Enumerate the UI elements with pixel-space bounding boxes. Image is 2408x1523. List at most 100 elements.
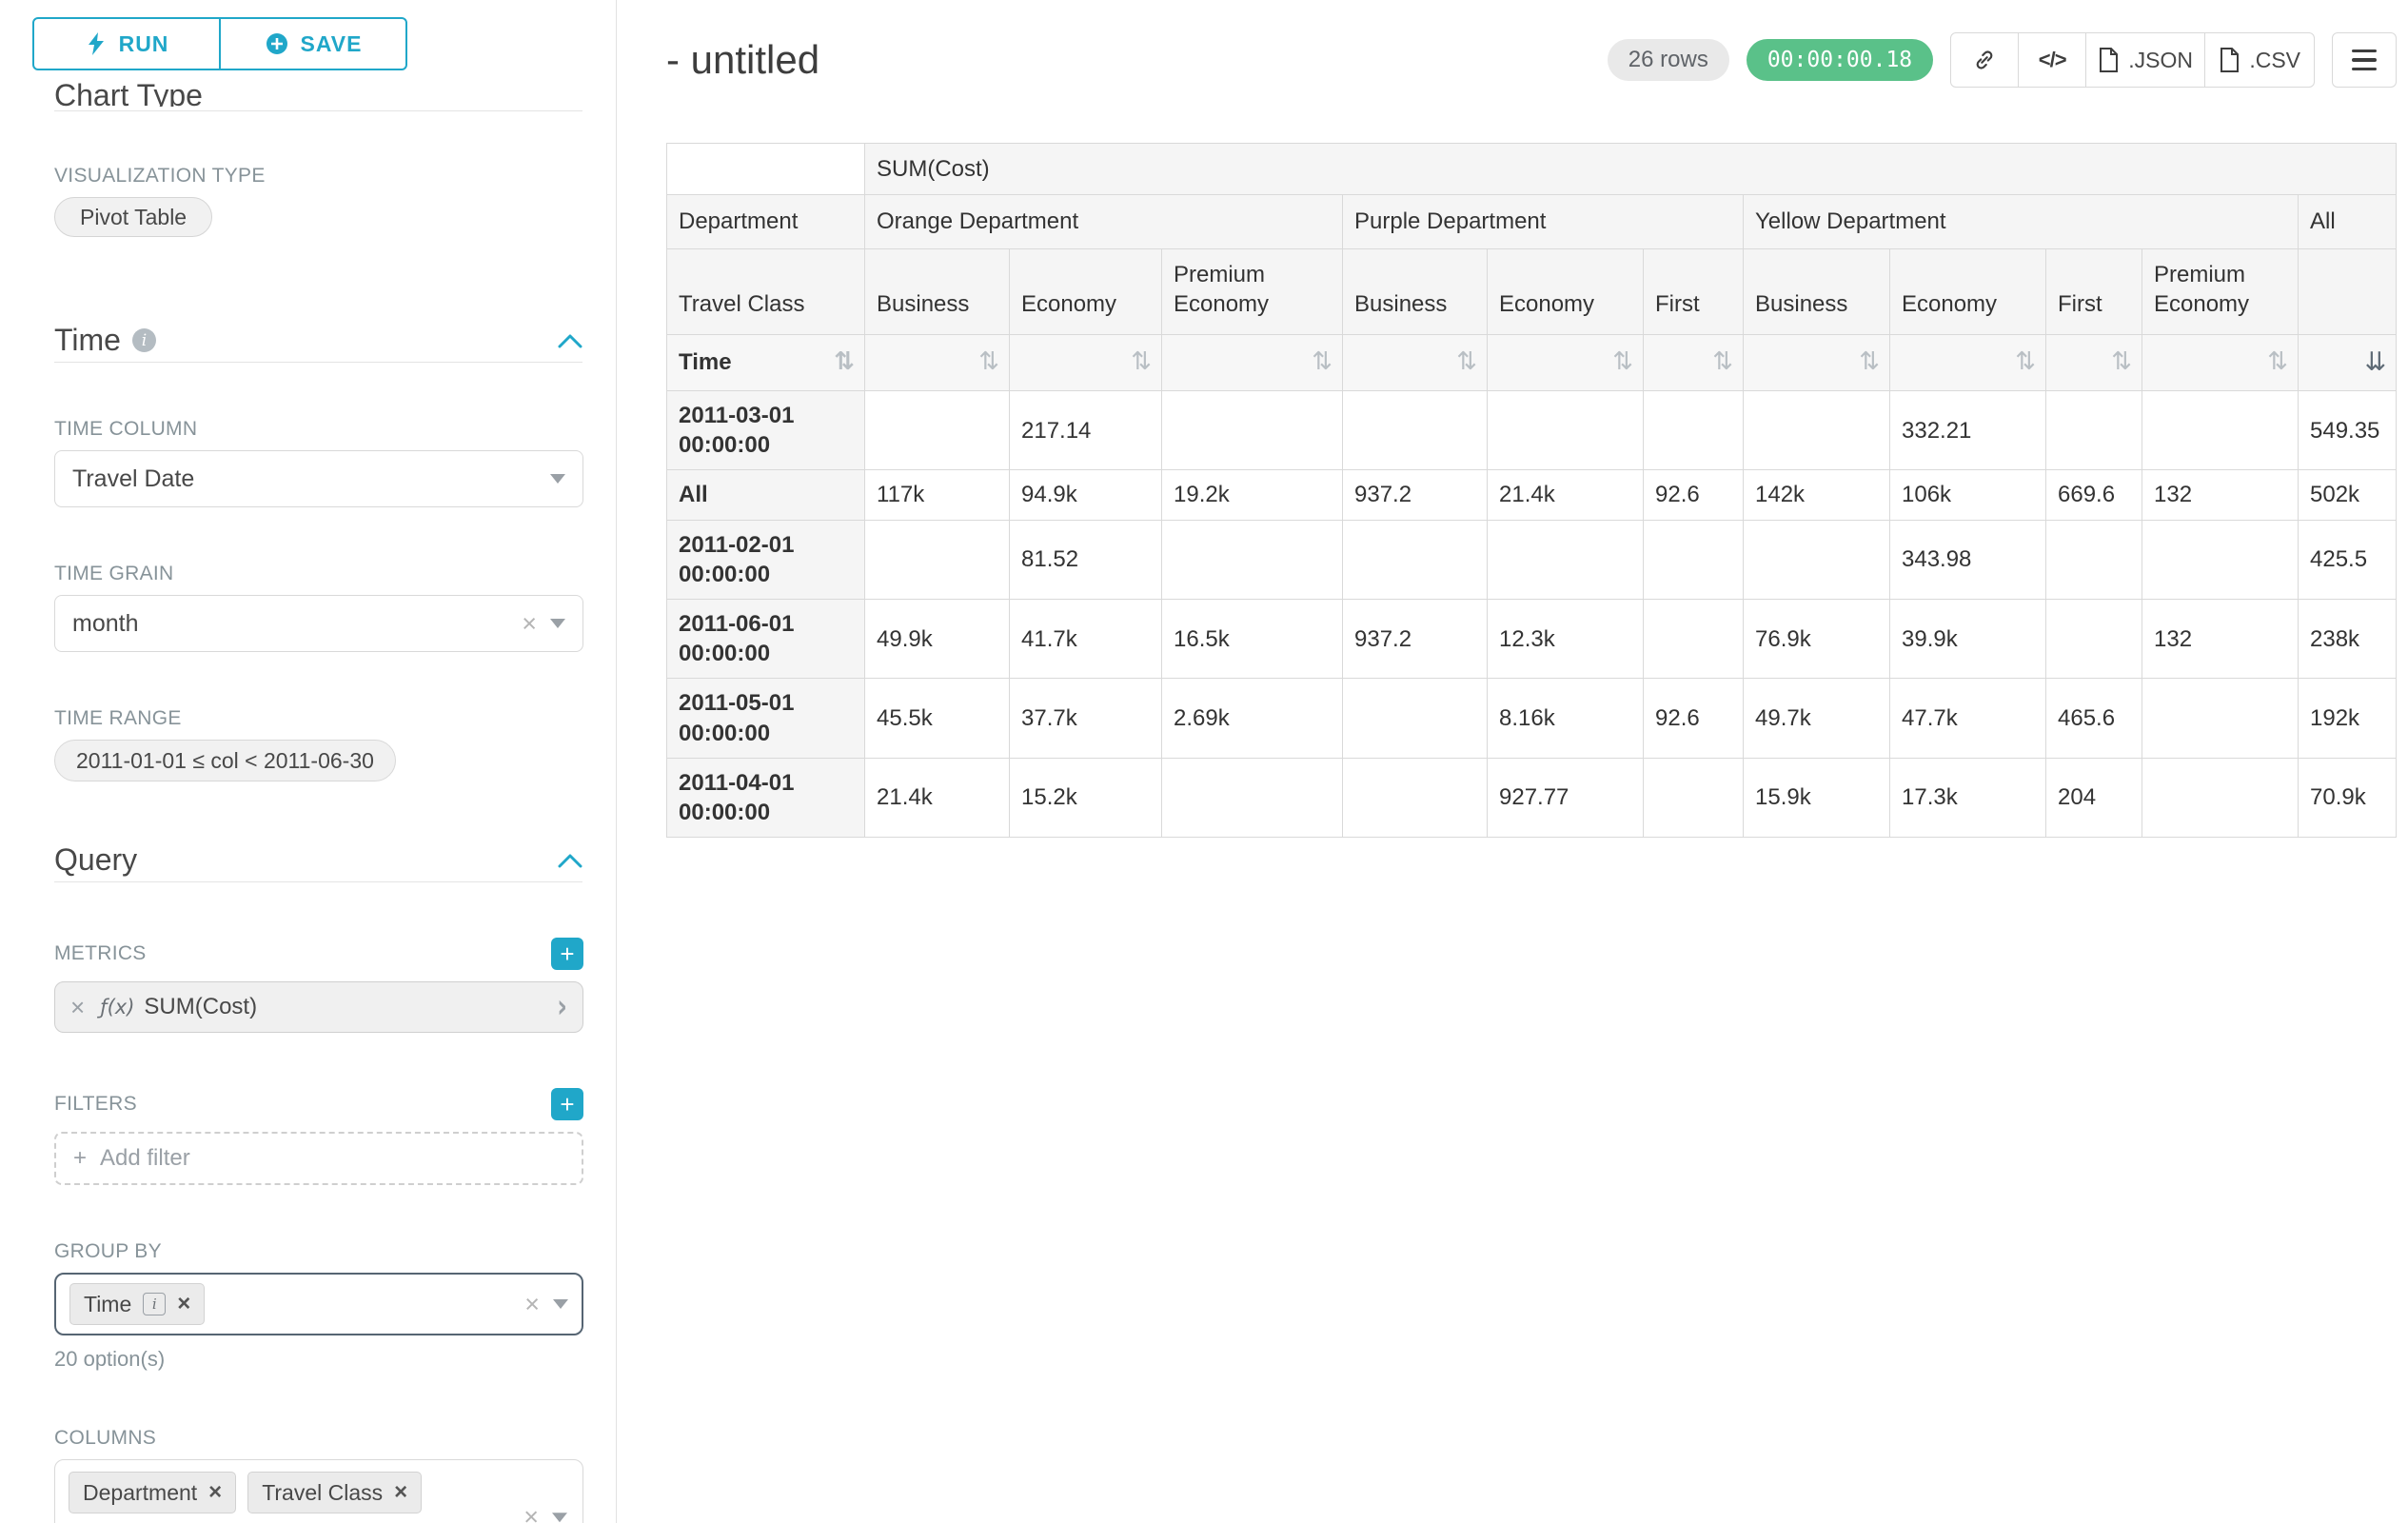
export-csv-button[interactable]: .CSV xyxy=(2204,32,2315,88)
pivot-value-cell: 15.2k xyxy=(1010,758,1162,837)
query-buttons: RUN SAVE xyxy=(32,17,582,70)
add-filter-placeholder: Add filter xyxy=(100,1145,190,1172)
time-axis-label[interactable]: Time ⇅ xyxy=(667,335,865,391)
column-sort-cell-active[interactable]: ⇊ xyxy=(2299,335,2397,391)
pivot-table: SUM(Cost) Department Orange Department P… xyxy=(666,143,2397,838)
chart-menu-button[interactable] xyxy=(2332,32,2397,88)
clear-icon[interactable]: × xyxy=(523,1504,539,1523)
sort-icon[interactable]: ⇅ xyxy=(1456,347,1477,376)
column-sort-cell[interactable]: ⇅ xyxy=(1010,335,1162,391)
pivot-total-cell: 238k xyxy=(2299,599,2397,678)
column-sort-cell[interactable]: ⇅ xyxy=(1343,335,1488,391)
visualization-type-pill[interactable]: Pivot Table xyxy=(54,197,212,237)
code-icon: </> xyxy=(2039,48,2066,72)
metric-name: SUM(Cost) xyxy=(144,994,257,1020)
column-sort-cell[interactable]: ⇅ xyxy=(1890,335,2046,391)
pivot-value-cell xyxy=(1644,599,1744,678)
save-button[interactable]: SAVE xyxy=(219,17,407,70)
pivot-value-cell: 669.6 xyxy=(2046,470,2142,520)
run-button[interactable]: RUN xyxy=(32,17,221,70)
pivot-value-cell: 8.16k xyxy=(1488,679,1644,758)
time-column-select[interactable]: Travel Date xyxy=(54,450,583,507)
group-by-select[interactable]: Time i × × xyxy=(54,1273,583,1335)
pivot-value-cell: 49.7k xyxy=(1744,679,1890,758)
pivot-value-cell xyxy=(1162,391,1343,470)
column-sort-cell[interactable]: ⇅ xyxy=(1162,335,1343,391)
pivot-value-cell: 204 xyxy=(2046,758,2142,837)
pivot-value-cell: 41.7k xyxy=(1010,599,1162,678)
columns-chip[interactable]: Department × xyxy=(69,1472,236,1513)
chevron-down-icon[interactable] xyxy=(553,1299,568,1309)
group-by-chip[interactable]: Time i × xyxy=(69,1283,205,1325)
pivot-value-cell xyxy=(1343,679,1488,758)
column-sort-cell[interactable]: ⇅ xyxy=(2142,335,2299,391)
pivot-value-cell xyxy=(1644,391,1744,470)
chip-label: Time xyxy=(84,1292,131,1317)
column-sort-cell[interactable]: ⇅ xyxy=(1488,335,1644,391)
chart-title[interactable]: - untitled xyxy=(666,37,819,83)
sort-icon[interactable]: ⇅ xyxy=(2015,347,2036,376)
pivot-row: 2011-03-01 00:00:00217.14332.21549.35 xyxy=(667,391,2397,470)
columns-chip[interactable]: Travel Class × xyxy=(247,1472,422,1513)
sort-icon[interactable]: ⇅ xyxy=(2111,347,2132,376)
share-link-button[interactable] xyxy=(1950,32,2019,88)
pivot-value-cell xyxy=(865,520,1010,599)
sort-icon[interactable]: ⇅ xyxy=(978,347,999,376)
pivot-row-label: 2011-05-01 00:00:00 xyxy=(667,679,865,758)
sort-icon[interactable]: ⇅ xyxy=(1612,347,1633,376)
sort-icon[interactable]: ⇅ xyxy=(834,346,855,379)
columns-label: COLUMNS xyxy=(54,1427,582,1450)
plus-icon: + xyxy=(73,1145,87,1172)
chevron-down-icon[interactable] xyxy=(552,1513,567,1522)
class-header: Business xyxy=(1343,249,1488,335)
chevron-up-icon[interactable] xyxy=(558,853,582,868)
pivot-row-label: 2011-06-01 00:00:00 xyxy=(667,599,865,678)
pivot-value-cell xyxy=(1644,758,1744,837)
class-header: Economy xyxy=(1488,249,1644,335)
time-grain-select[interactable]: month × xyxy=(54,595,583,652)
sort-descending-icon[interactable]: ⇊ xyxy=(2365,347,2387,377)
divider xyxy=(54,362,582,363)
clear-icon[interactable]: × xyxy=(524,1292,540,1317)
sort-icon[interactable]: ⇅ xyxy=(1712,347,1733,376)
remove-chip-icon[interactable]: × xyxy=(394,1481,407,1504)
pivot-value-cell xyxy=(2142,520,2299,599)
chevron-up-icon[interactable] xyxy=(558,333,582,348)
function-icon: ƒ(x) xyxy=(100,996,134,1019)
time-range-pill[interactable]: 2011-01-01 ≤ col < 2011-06-30 xyxy=(54,740,396,781)
pivot-value-cell: 16.5k xyxy=(1162,599,1343,678)
pivot-value-cell: 132 xyxy=(2142,470,2299,520)
remove-chip-icon[interactable]: × xyxy=(208,1481,222,1504)
columns-select[interactable]: Department × Travel Class × × xyxy=(54,1459,583,1523)
view-query-button[interactable]: </> xyxy=(2018,32,2086,88)
remove-metric-icon[interactable]: × xyxy=(70,993,85,1022)
query-section-header[interactable]: Query xyxy=(54,842,582,878)
remove-chip-icon[interactable]: × xyxy=(177,1293,190,1315)
sort-icon[interactable]: ⇅ xyxy=(1312,347,1332,376)
class-header: Premium Economy xyxy=(2142,249,2299,335)
chart-header-actions: 26 rows 00:00:00.18 </> .JSON xyxy=(1608,32,2397,88)
pivot-metric-header: SUM(Cost) xyxy=(865,144,2397,195)
add-filter-field[interactable]: + Add filter xyxy=(54,1132,583,1185)
sort-icon[interactable]: ⇅ xyxy=(2267,347,2288,376)
pivot-value-cell: 106k xyxy=(1890,470,2046,520)
metric-option[interactable]: × ƒ(x) SUM(Cost) › xyxy=(54,981,583,1033)
column-sort-cell[interactable]: ⇅ xyxy=(1644,335,1744,391)
sort-icon[interactable]: ⇅ xyxy=(1859,347,1880,376)
add-filter-button[interactable]: + xyxy=(551,1088,583,1120)
sort-icon[interactable]: ⇅ xyxy=(1131,347,1152,376)
column-sort-cell[interactable]: ⇅ xyxy=(2046,335,2142,391)
column-sort-cell[interactable]: ⇅ xyxy=(1744,335,1890,391)
time-section-header[interactable]: Time i xyxy=(54,323,582,358)
pivot-value-cell xyxy=(1343,758,1488,837)
clear-icon[interactable]: × xyxy=(522,611,537,637)
column-sort-cell[interactable]: ⇅ xyxy=(865,335,1010,391)
explore-view: RUN SAVE Chart Type VISUALIZATION TYPE P… xyxy=(0,0,2408,1523)
add-metric-button[interactable]: + xyxy=(551,938,583,970)
pivot-value-cell xyxy=(2142,391,2299,470)
chart-type-section: Chart Type xyxy=(54,80,582,107)
export-json-button[interactable]: .JSON xyxy=(2085,32,2205,88)
export-json-label: .JSON xyxy=(2128,48,2193,73)
expand-caret-icon[interactable]: › xyxy=(557,989,567,1026)
pivot-value-cell: 49.9k xyxy=(865,599,1010,678)
